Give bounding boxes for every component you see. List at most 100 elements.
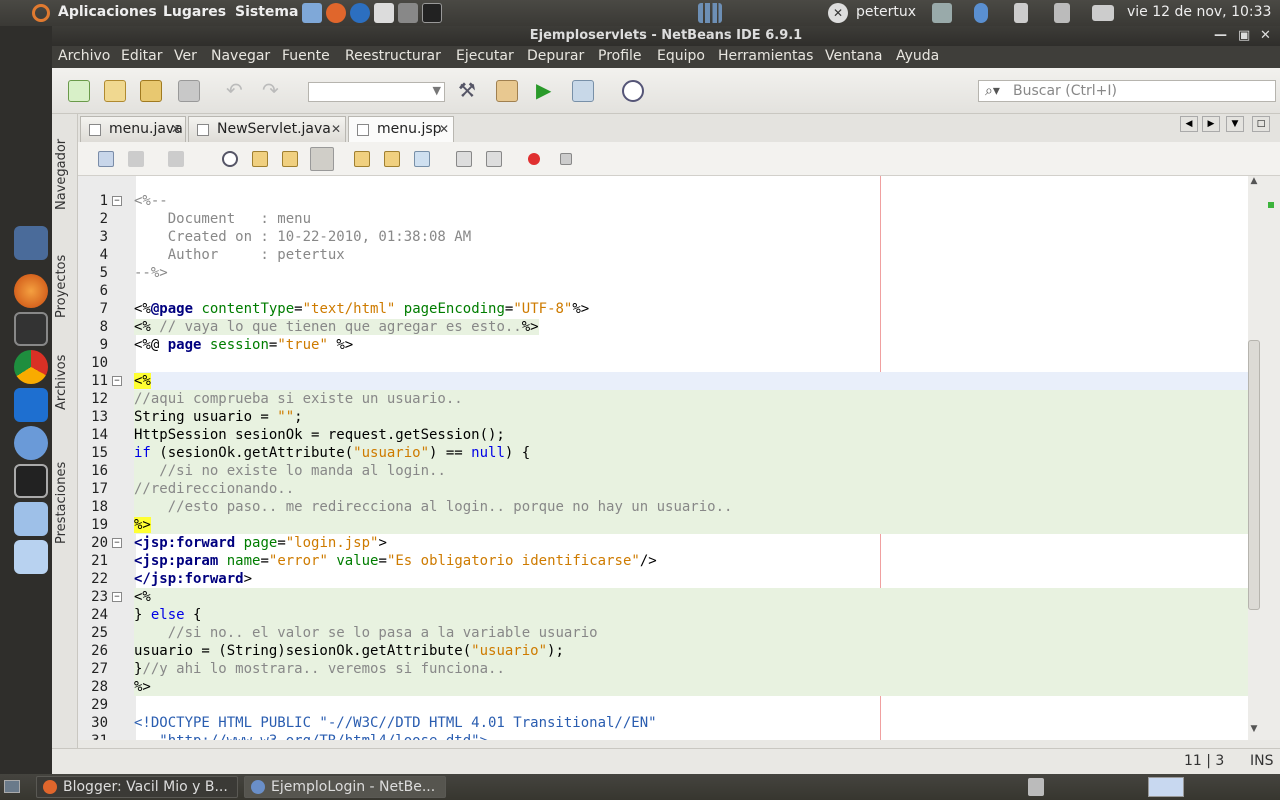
code-line[interactable]: 19 %> bbox=[78, 516, 1248, 534]
system-monitor-icon[interactable] bbox=[932, 3, 952, 23]
shift-left-icon[interactable] bbox=[456, 151, 472, 167]
firefox-icon[interactable] bbox=[326, 3, 346, 23]
thunderbird-icon[interactable] bbox=[350, 3, 370, 23]
bluetooth-icon[interactable] bbox=[974, 3, 988, 23]
scroll-up-icon[interactable]: ▲ bbox=[1248, 176, 1260, 190]
clock[interactable]: vie 12 de nov, 10:33 bbox=[1127, 4, 1271, 20]
tab-navegador[interactable]: Navegador bbox=[54, 120, 76, 210]
clean-build-icon[interactable] bbox=[496, 80, 518, 102]
menu-depurar[interactable]: Depurar bbox=[527, 48, 584, 64]
show-opened-docs-icon[interactable]: ▼ bbox=[1226, 116, 1244, 132]
scrollbar-thumb[interactable] bbox=[1248, 340, 1260, 610]
launcher-cube-icon[interactable] bbox=[302, 3, 322, 23]
volume-icon[interactable] bbox=[1054, 3, 1070, 23]
menu-editar[interactable]: Editar bbox=[121, 48, 162, 64]
window-titlebar[interactable]: Ejemploservlets - NetBeans IDE 6.9.1 — ▣… bbox=[52, 26, 1280, 46]
session-close-icon[interactable]: ✕ bbox=[828, 3, 848, 23]
find-icon[interactable] bbox=[222, 151, 238, 167]
monitor-icon[interactable] bbox=[398, 3, 418, 23]
code-line[interactable]: 20− <jsp:forward page="login.jsp"> bbox=[78, 534, 1248, 552]
menu-equipo[interactable]: Equipo bbox=[657, 48, 705, 64]
undo-icon[interactable]: ↶ bbox=[226, 80, 248, 102]
forward-icon[interactable] bbox=[168, 151, 184, 167]
code-line[interactable]: 27}//y ahi lo mostrara.. veremos si func… bbox=[78, 660, 1248, 678]
maximize-icon[interactable]: ▣ bbox=[1238, 26, 1250, 46]
workspace-switcher[interactable] bbox=[1148, 777, 1184, 797]
open-project-icon[interactable] bbox=[140, 80, 162, 102]
code-line[interactable]: 2 Document : menu bbox=[78, 210, 1248, 228]
menu-ver[interactable]: Ver bbox=[174, 48, 197, 64]
network-app-icon[interactable] bbox=[14, 226, 48, 260]
system-menu[interactable]: Sistema bbox=[235, 4, 298, 20]
menu-ayuda[interactable]: Ayuda bbox=[896, 48, 939, 64]
code-line[interactable]: 3 Created on : 10-22-2010, 01:38:08 AM bbox=[78, 228, 1248, 246]
menu-archivo[interactable]: Archivo bbox=[58, 48, 110, 64]
tab-archivos[interactable]: Archivos bbox=[54, 338, 76, 410]
menu-profile[interactable]: Profile bbox=[598, 48, 642, 64]
code-line[interactable]: 23− <% bbox=[78, 588, 1248, 606]
menu-navegar[interactable]: Navegar bbox=[211, 48, 270, 64]
minimize-icon[interactable]: — bbox=[1214, 26, 1227, 46]
last-edit-icon[interactable] bbox=[98, 151, 114, 167]
code-line[interactable]: 25 //si no.. el valor se lo pasa a la va… bbox=[78, 624, 1248, 642]
toggle-highlight-icon[interactable] bbox=[310, 147, 334, 171]
code-line[interactable]: 16 //si no existe lo manda al login.. bbox=[78, 462, 1248, 480]
battery-icon[interactable] bbox=[1014, 3, 1028, 23]
code-line[interactable]: 5 --%> bbox=[78, 264, 1248, 282]
save-all-icon[interactable] bbox=[178, 80, 200, 102]
code-line[interactable]: 6 bbox=[78, 282, 1248, 300]
code-editor[interactable]: 1− <%-- 2 Document : menu 3 Created on : 10… bbox=[78, 176, 1248, 740]
close-icon[interactable]: ✕ bbox=[1260, 26, 1271, 46]
code-line[interactable]: 17 //redireccionando.. bbox=[78, 480, 1248, 498]
close-tab-icon[interactable]: ✕ bbox=[171, 117, 181, 141]
netbeans-icon-active[interactable] bbox=[14, 540, 48, 574]
code-line[interactable]: 11− <% bbox=[78, 372, 1248, 390]
code-line[interactable]: 8 <% // vaya lo que tienen que agregar es… bbox=[78, 318, 1248, 336]
code-line[interactable]: 21 <jsp:param name="error" value="Es obli… bbox=[78, 552, 1248, 570]
search-input[interactable]: ⌕▾ Buscar (Ctrl+I) bbox=[978, 80, 1276, 102]
configuration-combo[interactable]: ▼ bbox=[308, 82, 445, 102]
mail-indicator-icon[interactable] bbox=[1092, 5, 1114, 21]
code-line[interactable]: 29 bbox=[78, 696, 1248, 714]
code-line[interactable]: 24} else { bbox=[78, 606, 1248, 624]
run-icon[interactable]: ▶ bbox=[536, 80, 558, 102]
user-name[interactable]: petertux bbox=[856, 4, 916, 20]
code-line[interactable]: 12 //aqui comprueba si existe un usuario.… bbox=[78, 390, 1248, 408]
firefox-icon[interactable] bbox=[14, 274, 48, 308]
trash-icon[interactable] bbox=[1028, 778, 1044, 796]
fold-toggle-icon[interactable]: − bbox=[112, 538, 122, 548]
next-bookmark-icon[interactable] bbox=[384, 151, 400, 167]
menu-reestructurar[interactable]: Reestructurar bbox=[345, 48, 441, 64]
toggle-bookmark-icon[interactable] bbox=[414, 151, 430, 167]
terminal-icon[interactable] bbox=[14, 464, 48, 498]
fold-toggle-icon[interactable]: − bbox=[112, 592, 122, 602]
tab-menu-java[interactable]: menu.java ✕ bbox=[80, 116, 186, 142]
previous-bookmark-icon[interactable] bbox=[354, 151, 370, 167]
menu-ejecutar[interactable]: Ejecutar bbox=[456, 48, 514, 64]
shift-right-icon[interactable] bbox=[486, 151, 502, 167]
code-line[interactable]: 28 %> bbox=[78, 678, 1248, 696]
terminal-icon[interactable] bbox=[422, 3, 442, 23]
fold-toggle-icon[interactable]: − bbox=[112, 376, 122, 386]
netbeans-icon[interactable] bbox=[14, 502, 48, 536]
start-macro-icon[interactable] bbox=[528, 153, 540, 165]
find-previous-icon[interactable] bbox=[252, 151, 268, 167]
ubuntu-logo-icon[interactable] bbox=[32, 4, 50, 22]
stop-macro-icon[interactable] bbox=[560, 153, 572, 165]
show-desktop-icon[interactable] bbox=[4, 780, 20, 793]
new-project-icon[interactable] bbox=[104, 80, 126, 102]
scroll-tabs-left-icon[interactable]: ◀ bbox=[1180, 116, 1198, 132]
debug-icon[interactable] bbox=[572, 80, 594, 102]
find-next-icon[interactable] bbox=[282, 151, 298, 167]
code-line[interactable]: 31 "http://www.w3.org/TR/html4/loose.dtd… bbox=[78, 732, 1248, 740]
tab-newservlet-java[interactable]: NewServlet.java ✕ bbox=[188, 116, 346, 142]
chrome-icon[interactable] bbox=[14, 350, 48, 384]
code-line[interactable]: 26 usuario = (String)sesionOk.getAttribut… bbox=[78, 642, 1248, 660]
build-icon[interactable]: ⚒ bbox=[458, 80, 480, 102]
code-line[interactable]: 4 Author : petertux bbox=[78, 246, 1248, 264]
code-line[interactable]: 10 bbox=[78, 354, 1248, 372]
code-line[interactable]: 22 </jsp:forward> bbox=[78, 570, 1248, 588]
code-line[interactable]: 9 <%@ page session="true" %> bbox=[78, 336, 1248, 354]
new-file-icon[interactable] bbox=[68, 80, 90, 102]
network-signal-icon[interactable] bbox=[698, 3, 722, 23]
